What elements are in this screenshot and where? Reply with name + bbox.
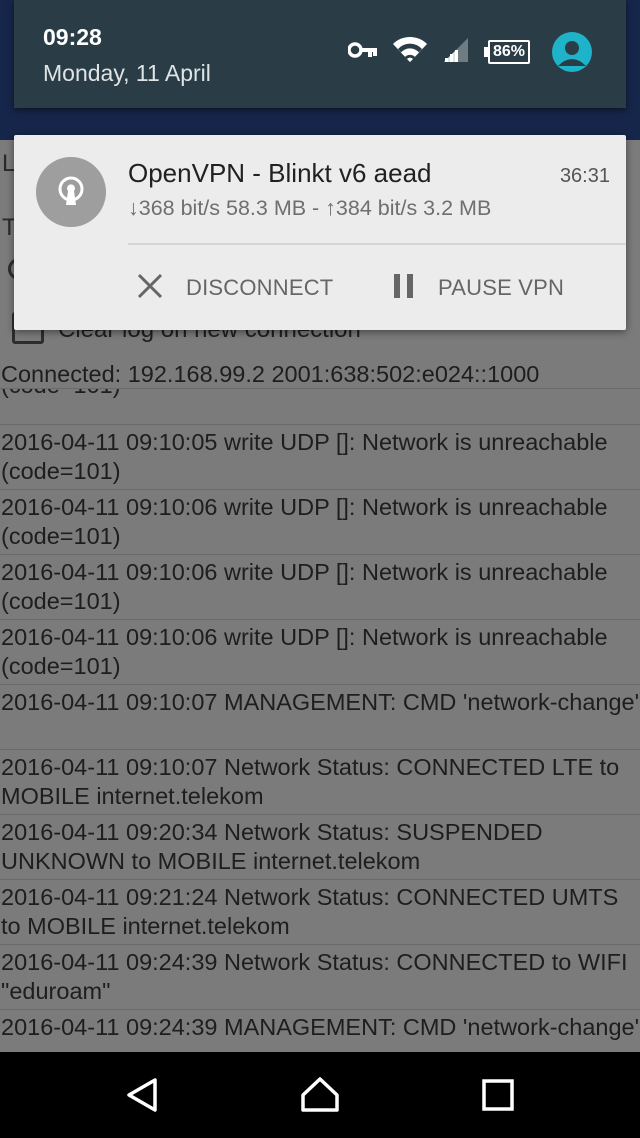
log-entry-text: 2016-04-11 09:10:07 Network Status: CONN… — [1, 754, 620, 809]
vpn-notification[interactable]: OpenVPN - Blinkt v6 aead 36:31 ↓368 bit/… — [14, 135, 626, 330]
log-entry: 2016-04-11 09:24:39 Network Status: CONN… — [0, 944, 640, 1009]
close-icon — [136, 272, 164, 305]
log-list[interactable]: (code=101) 2016-04-11 09:10:05 write UDP … — [0, 388, 640, 1052]
screen: L T Clear log on new connection Connecte… — [0, 0, 640, 1138]
battery-icon: 86% — [483, 40, 530, 64]
notification-shade-header: 09:28 Monday, 11 April 86% — [14, 0, 626, 108]
recents-icon[interactable] — [473, 1070, 523, 1120]
log-entry: 2016-04-11 09:24:39 MANAGEMENT: CMD 'net… — [0, 1009, 640, 1052]
log-entry-text: 2016-04-11 09:10:05 write UDP []: Networ… — [1, 429, 608, 484]
pause-vpn-button[interactable]: PAUSE VPN — [392, 269, 564, 307]
clock: 09:28 — [43, 24, 102, 50]
log-entry: 2016-04-11 09:20:34 Network Status: SUSP… — [0, 814, 640, 879]
pause-icon — [392, 272, 416, 305]
divider — [128, 243, 626, 245]
openvpn-icon — [36, 157, 106, 227]
log-view[interactable]: Connected: 192.168.99.2 2001:638:502:e02… — [0, 360, 640, 1052]
log-entry-text: 2016-04-11 09:24:39 Network Status: CONN… — [1, 949, 628, 1004]
cell-signal-icon — [442, 36, 470, 69]
log-entry: 2016-04-11 09:21:24 Network Status: CONN… — [0, 879, 640, 944]
log-entry-text: 2016-04-11 09:24:39 MANAGEMENT: CMD 'net… — [1, 1014, 640, 1040]
notification-title: OpenVPN - Blinkt v6 aead — [128, 158, 432, 188]
traffic-stats: ↓368 bit/s 58.3 MB - ↑384 bit/s 3.2 MB — [128, 196, 492, 220]
log-entry: 2016-04-11 09:10:06 write UDP []: Networ… — [0, 554, 640, 619]
navigation-bar — [0, 1052, 640, 1138]
connection-duration: 36:31 — [559, 165, 610, 187]
log-entry: 2016-04-11 09:10:07 Network Status: CONN… — [0, 749, 640, 814]
log-entry-text: 2016-04-11 09:20:34 Network Status: SUSP… — [1, 819, 543, 874]
disconnect-button[interactable]: DISCONNECT — [136, 269, 333, 307]
date[interactable]: Monday, 11 April — [43, 60, 211, 87]
wifi-icon — [392, 36, 428, 69]
log-entry-text: (code=101) — [1, 389, 640, 400]
log-entry: 2016-04-11 09:10:07 MANAGEMENT: CMD 'net… — [0, 684, 640, 749]
log-entry: 2016-04-11 09:10:05 write UDP []: Networ… — [0, 424, 640, 489]
log-entry: (code=101) — [0, 388, 640, 424]
user-avatar-icon[interactable] — [552, 32, 592, 72]
back-icon[interactable] — [117, 1070, 167, 1120]
connection-status: Connected: 192.168.99.2 2001:638:502:e02… — [1, 361, 540, 387]
battery-level: 86% — [487, 40, 530, 64]
disconnect-label: DISCONNECT — [186, 275, 334, 300]
log-entry: 2016-04-11 09:10:06 write UDP []: Networ… — [0, 489, 640, 554]
status-icons: 86% — [334, 32, 592, 72]
vpn-key-icon — [347, 41, 378, 63]
log-entry-text: 2016-04-11 09:10:06 write UDP []: Networ… — [1, 624, 608, 679]
pause-vpn-label: PAUSE VPN — [438, 275, 565, 300]
log-entry: 2016-04-11 09:10:06 write UDP []: Networ… — [0, 619, 640, 684]
log-entry-text: 2016-04-11 09:10:06 write UDP []: Networ… — [1, 494, 608, 549]
log-entry-text: 2016-04-11 09:21:24 Network Status: CONN… — [1, 884, 619, 939]
home-icon[interactable] — [295, 1070, 345, 1120]
log-entry-text: 2016-04-11 09:10:06 write UDP []: Networ… — [1, 559, 608, 614]
log-entry-text: 2016-04-11 09:10:07 MANAGEMENT: CMD 'net… — [1, 689, 640, 715]
